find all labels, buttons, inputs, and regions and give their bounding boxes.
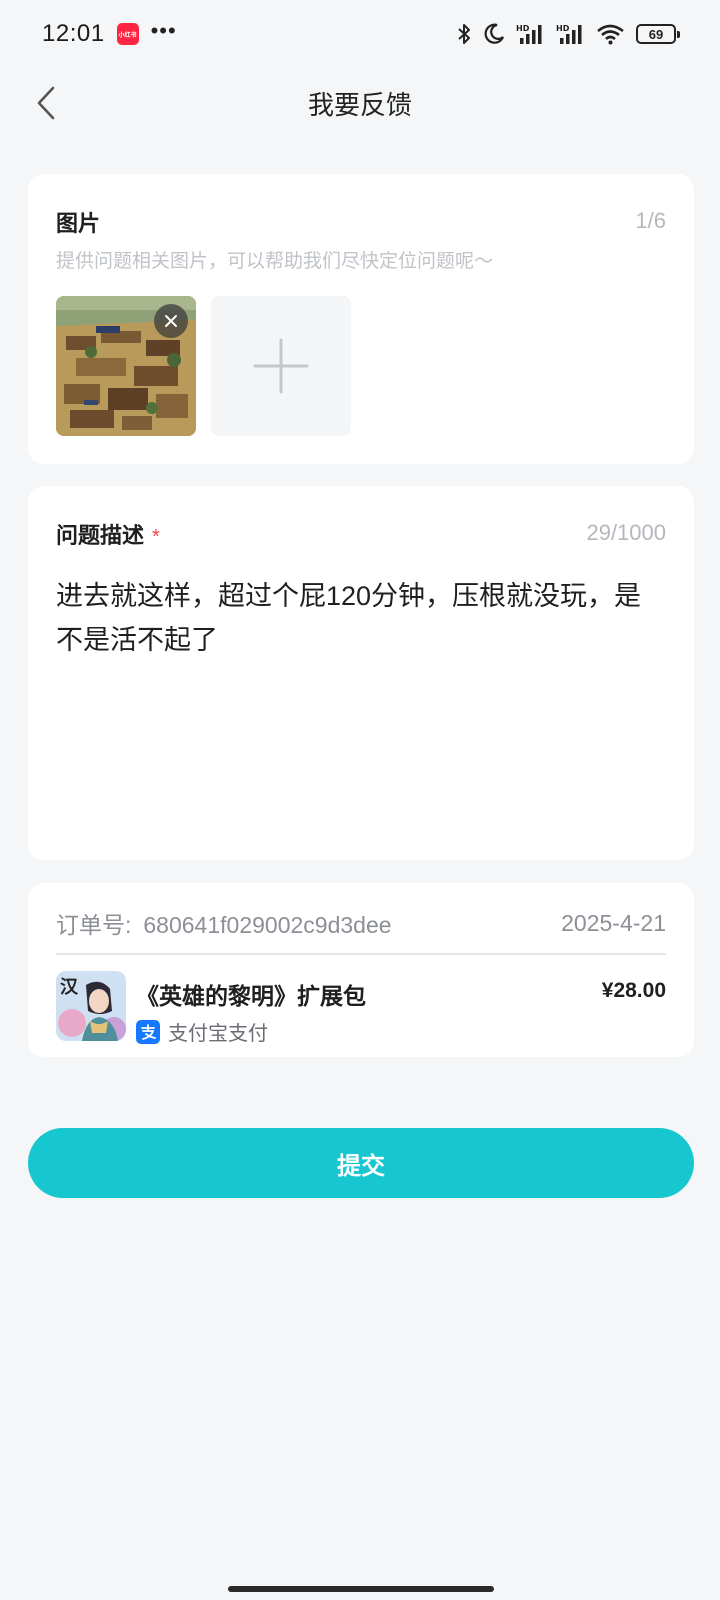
xiaohongshu-app-icon: 小红书: [116, 23, 139, 45]
images-hint: 提供问题相关图片，可以帮助我们尽快定位问题呢～: [56, 251, 494, 272]
order-number-group: 订单号: 680641f029002c9d3dee: [56, 906, 392, 940]
status-right: HD HD 69: [456, 22, 680, 46]
order-divider: [56, 953, 666, 955]
submit-button[interactable]: 提交: [28, 1128, 694, 1198]
status-time: 12:01: [42, 20, 105, 47]
alipay-icon: [136, 1019, 160, 1044]
required-mark: *: [152, 526, 160, 548]
hd-signal-icon: HD: [516, 24, 542, 44]
order-number-label: 订单号:: [56, 912, 132, 938]
svg-text:HD: HD: [516, 24, 530, 33]
plus-icon: [253, 338, 309, 394]
order-header: 订单号: 680641f029002c9d3dee 2025-4-21: [56, 905, 666, 941]
product-name: 《英雄的黎明》扩展包: [136, 983, 366, 1009]
chevron-left-icon: [37, 86, 55, 120]
add-image-button[interactable]: [211, 296, 351, 436]
status-bar: 12:01 小红书 ••• HD HD 69: [0, 0, 720, 68]
order-card: 订单号: 680641f029002c9d3dee 2025-4-21 汉 《英雄…: [28, 883, 694, 1057]
home-indicator[interactable]: [228, 1586, 494, 1592]
payment-method: 支付宝支付: [136, 1017, 268, 1046]
battery-level: 69: [648, 26, 664, 42]
close-icon: [165, 315, 177, 327]
description-counter: 29/1000: [586, 520, 666, 545]
back-button[interactable]: [28, 84, 64, 122]
remove-image-button[interactable]: [154, 304, 188, 338]
more-notifications-icon: •••: [150, 18, 177, 43]
payment-method-label: 支付宝支付: [168, 1023, 268, 1045]
bluetooth-icon: [458, 24, 470, 44]
images-card: 图片 1/6 提供问题相关图片，可以帮助我们尽快定位问题呢～: [28, 174, 694, 464]
page-title: 我要反馈: [307, 89, 412, 120]
hd-signal-icon: HD: [556, 24, 582, 44]
svg-text:HD: HD: [556, 24, 570, 33]
status-left: 12:01 小红书 •••: [42, 20, 177, 48]
order-date: 2025-4-21: [561, 909, 666, 936]
description-title-text: 问题描述: [56, 523, 145, 548]
product-icon-text: 汉: [60, 977, 78, 998]
nav-bar: 我要反馈: [0, 68, 720, 138]
wifi-icon: [597, 24, 624, 45]
order-number: 680641f029002c9d3dee: [143, 912, 392, 938]
moon-icon: [484, 23, 505, 44]
images-counter: 1/6: [635, 208, 666, 233]
description-card: 问题描述 * 29/1000 进去就这样，超过个屁120分钟，压根就没玩，是不是活…: [28, 486, 694, 860]
battery-icon: 69: [636, 24, 680, 44]
uploaded-image-thumbnail[interactable]: [56, 296, 196, 436]
product-price: ¥28.00: [601, 979, 666, 1002]
description-textarea[interactable]: 进去就这样，超过个屁120分钟，压根就没玩，是不是活不起了: [56, 574, 666, 834]
description-section-title: 问题描述 *: [56, 518, 160, 550]
images-section-title: 图片: [56, 211, 101, 236]
product-icon: 汉: [56, 971, 126, 1041]
